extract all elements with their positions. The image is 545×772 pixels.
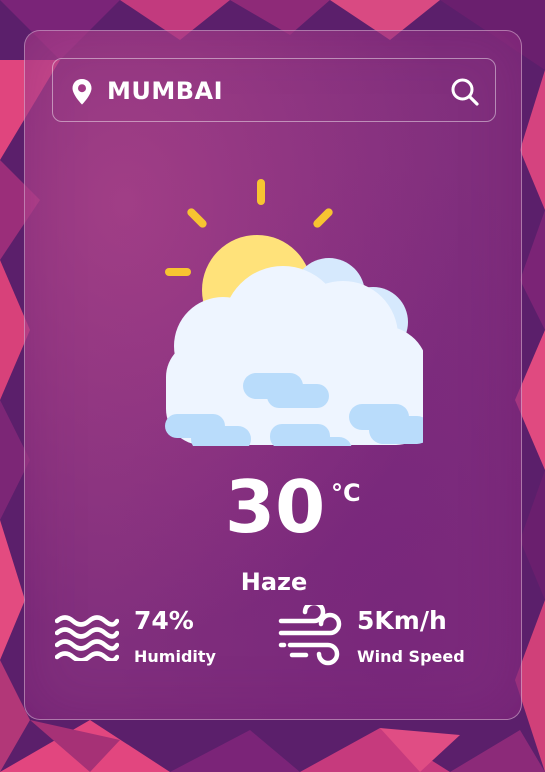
- weather-description: Haze: [240, 568, 308, 596]
- location-pin-icon: [72, 79, 92, 105]
- weather-card: 30 °C Haze 74% Humidity 5Km/h Wind Speed: [24, 30, 522, 720]
- partly-cloudy-sun-icon: [165, 179, 423, 446]
- wind-icon: [278, 605, 342, 666]
- humidity-waves-icon: [55, 615, 119, 661]
- search-icon[interactable]: [449, 76, 481, 108]
- temperature-value: 30: [225, 465, 326, 549]
- search-bar: [52, 58, 496, 122]
- wind-speed-value: 5Km/h: [357, 606, 447, 635]
- wind-speed-label: Wind Speed: [357, 647, 465, 666]
- temperature-unit: °C: [331, 479, 361, 507]
- humidity-label: Humidity: [134, 647, 216, 666]
- city-search-input[interactable]: [107, 73, 427, 109]
- humidity-value: 74%: [134, 606, 194, 635]
